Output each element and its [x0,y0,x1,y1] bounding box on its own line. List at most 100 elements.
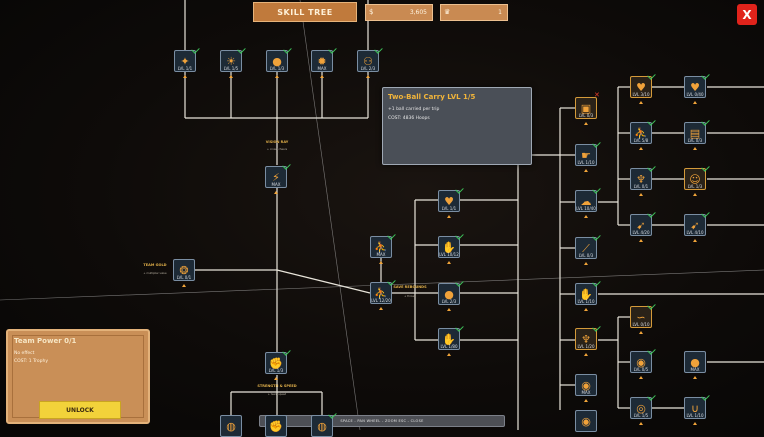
skill-level-label: LVL 0/40 [686,92,704,97]
skill-level-label: LVL 1/1 [441,206,457,211]
panel-cost: COST: 1 Trophy [14,359,48,364]
worm-icon: ∽ [636,310,646,324]
skill-level-label: MAX [690,367,700,372]
skill-level-label: LVL 10/12 [439,252,459,257]
money-value: 3,605 [409,9,427,16]
caption-team: TEAM GOLD [143,263,167,267]
ball-icon: ● [444,287,454,301]
upgrade-arrow-icon [584,215,588,218]
upgrade-arrow-icon [639,147,643,150]
skill-level-label: LVL 1/10 [686,413,704,418]
skill-level-label: MAX [271,182,281,187]
upgrade-arrow-icon [693,376,697,379]
skill-level-label: LVL 1/80 [440,344,458,349]
skill-node[interactable]: ◍ [311,415,333,437]
upgrade-arrow-icon [229,75,233,78]
skill-level-label: LVL 1/20 [577,344,595,349]
caption-strength: STRENGTH & SPEED [257,384,297,388]
skill-node[interactable]: ◉ [575,410,597,432]
fire-ball-icon: ✹ [317,54,327,68]
money-counter: $ 3,605 [365,4,433,21]
bat-icon: ⟋ [582,241,590,255]
caption-strength-sub: + team speed [267,393,287,396]
upgrade-arrow-icon [584,353,588,356]
skill-level-label: LVL 1/3 [687,184,703,189]
skill-node[interactable]: ◍ [220,415,242,437]
hand-ball-icon: ✋ [442,240,456,254]
skill-level-label: LVL 0/1 [633,184,649,189]
skill-level-label: LVL 2/3 [360,66,376,71]
upgrade-arrow-icon [639,376,643,379]
torch-icon: ♆ [636,172,646,186]
upgrade-arrow-icon [639,422,643,425]
upgrade-arrow-icon [693,101,697,104]
upgrade-arrow-icon [693,147,697,150]
crowd-icon: ☺ [689,172,701,186]
unlock-button[interactable]: UNLOCK [39,401,121,419]
upgrade-arrow-icon [584,308,588,311]
sun-icon: ☀ [226,54,236,68]
upgrade-arrow-icon [182,284,186,287]
upgrade-arrow-icon [320,75,324,78]
upgrade-arrow-icon [639,331,643,334]
x-mark-icon: ✕ [594,91,600,99]
star-icon: ✦ [180,54,190,68]
upgrade-arrow-icon [447,261,451,264]
skill-level-label: LVL 1/5 [223,66,239,71]
upgrade-arrow-icon [274,377,278,380]
close-button[interactable]: X [737,4,757,25]
fire-hoop-icon: ♥ [690,80,700,94]
skill-level-label: LVL 0/1 [176,275,192,280]
upgrade-arrow-icon [447,353,451,356]
upgrade-arrow-icon [447,308,451,311]
upgrade-arrow-icon [275,75,279,78]
skill-level-label: LVL 10/40 [576,206,596,211]
treasure-icon: ▣ [580,101,592,115]
dollar-icon: $ [369,8,374,16]
skill-level-label: MAX [376,252,386,257]
silver-ball-icon: ◉ [636,355,646,369]
upgrade-arrow-icon [693,239,697,242]
hands-icon: ✋ [442,332,456,346]
skill-level-label: LVL 4/20 [632,230,650,235]
rocket-ball-icon: ➹ [636,218,646,232]
team-power-panel: Team Power 0/1 No effect COST: 1 Trophy … [6,329,150,424]
skill-level-label: LVL 1/3 [269,66,285,71]
cloud-ball-icon: ☁ [580,194,592,208]
upgrade-arrow-icon [447,215,451,218]
skill-level-label: LVL 12/20 [371,298,391,303]
skill-level-label: LVL 4/10 [686,230,704,235]
basketball-icon: ● [272,54,282,68]
caption-save: SAVE REBOUNDS [393,285,427,289]
trophy-value: 1 [498,9,502,16]
skill-tooltip: Two-Ball Carry LVL 1/5 +1 ball carried p… [382,87,532,165]
skill-level-label: LVL 0/3 [578,253,594,258]
silver-ball-icon: ◉ [581,414,591,428]
bench-icon: ▤ [689,126,701,140]
skill-level-label: LVL 1/3 [268,368,284,373]
upgrade-arrow-icon [379,307,383,310]
tooltip-title: Two-Ball Carry LVL 1/5 [388,93,476,101]
skill-level-label: LVL 3/10 [632,92,650,97]
upgrade-arrow-icon [584,169,588,172]
coins-icon: ❂ [179,263,189,277]
skill-tree-tab[interactable]: SKILL TREE [253,2,357,22]
upgrade-arrow-icon [693,422,697,425]
upgrade-arrow-icon [639,101,643,104]
caption-save-sub: + throws [404,295,416,298]
skill-level-label: MAX [317,66,327,71]
caption-vision-sub: + crowd cheers [266,148,288,151]
skill-level-label: LVL 2/3 [441,299,457,304]
rocket-ball-icon: ➹ [690,218,700,232]
basketball-icon: ● [690,355,700,369]
upgrade-arrow-icon [379,261,383,264]
controls-hint-bar: SPACE - PAN WHEEL - ZOOM ESC - CLOSE [259,415,505,427]
skill-level-label: LVL 0/3 [687,138,703,143]
panel-effect: No effect [14,351,35,356]
caption-vision: VISION RAY [265,140,289,144]
skill-node[interactable]: ✊ [265,415,287,437]
upgrade-arrow-icon [639,239,643,242]
fire-hoop-icon: ♥ [636,80,646,94]
skill-level-label: LVL 0/3 [578,113,594,118]
skill-level-label: LVL 1/10 [577,160,595,165]
